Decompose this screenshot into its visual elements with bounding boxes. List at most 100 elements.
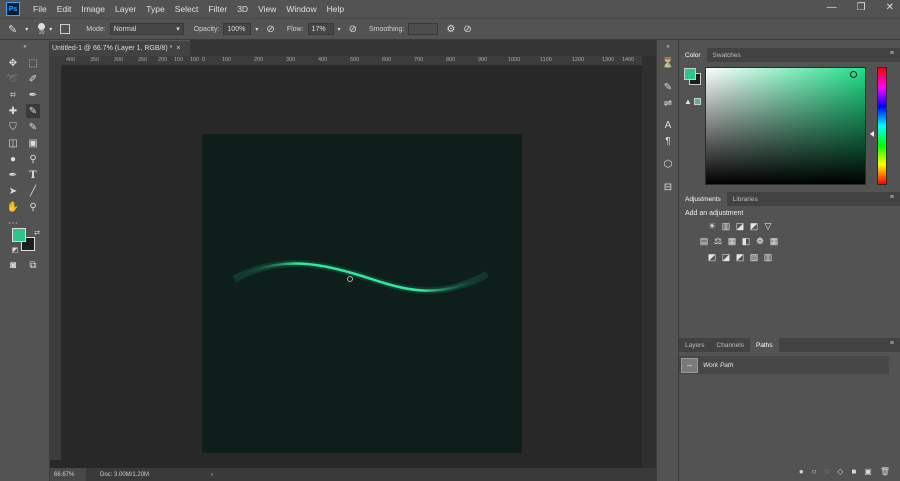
exposure-icon[interactable]: ◩	[749, 221, 759, 231]
pen-tool-icon[interactable]: ✒	[6, 168, 20, 182]
gamut-swatch[interactable]	[694, 98, 701, 105]
minimize-button[interactable]: —	[827, 2, 837, 13]
brightness-contrast-icon[interactable]: ☀	[707, 221, 717, 231]
color-lookup-icon[interactable]: ▦	[769, 236, 779, 246]
chevron-down-icon[interactable]: ▾	[25, 26, 28, 33]
black-white-icon[interactable]: ▦	[727, 236, 737, 246]
brush-settings-icon[interactable]: ✎	[661, 80, 675, 94]
panel-menu-icon[interactable]: ≡	[890, 50, 894, 57]
foreground-color-swatch[interactable]	[12, 228, 26, 242]
default-colors-icon[interactable]: ◩	[8, 243, 22, 257]
brush-settings-icon[interactable]	[60, 24, 71, 34]
color-picker-marker[interactable]	[850, 71, 857, 78]
pressure-size-icon[interactable]: ⊘	[463, 24, 471, 35]
airbrush-icon[interactable]: ⊘	[349, 24, 357, 35]
history-icon[interactable]: ⏳	[661, 56, 675, 70]
document-canvas[interactable]	[202, 134, 522, 453]
close-icon[interactable]: ×	[176, 45, 180, 52]
crop-tool-icon[interactable]: ⌗	[6, 88, 20, 102]
status-menu-arrow[interactable]: ›	[211, 472, 213, 478]
panel-menu-icon[interactable]: ≡	[890, 340, 894, 347]
vertical-scrollbar[interactable]	[642, 56, 656, 468]
menu-3d[interactable]: 3D	[232, 4, 253, 14]
photo-filter-icon[interactable]: ◧	[741, 236, 751, 246]
stamp-tool-icon[interactable]: ⛉	[6, 120, 20, 134]
new-path-icon[interactable]: ▣	[864, 467, 872, 476]
chevron-down-icon[interactable]: ▾	[49, 26, 52, 33]
3d-icon[interactable]: ⬡	[661, 157, 675, 171]
type-tool-icon[interactable]: T	[26, 168, 40, 182]
brush-preset-picker[interactable]: 20	[38, 22, 46, 36]
color-balance-icon[interactable]: ⚖	[713, 236, 723, 246]
zoom-tool-icon[interactable]: ⚲	[26, 200, 40, 214]
paragraph-icon[interactable]: ¶	[661, 134, 675, 148]
line-tool-icon[interactable]: ╱	[26, 184, 40, 198]
smoothing-input[interactable]	[408, 23, 439, 35]
dodge-tool-icon[interactable]: ⚲	[26, 152, 40, 166]
eyedropper-tool-icon[interactable]: ✒	[26, 88, 40, 102]
mode-select[interactable]: Normal ▾	[109, 23, 184, 35]
tab-color[interactable]: Color	[679, 48, 707, 62]
menu-window[interactable]: Window	[281, 4, 321, 14]
path-item[interactable]: ∼ Work Path	[679, 356, 889, 374]
fill-path-icon[interactable]: ●	[799, 467, 804, 476]
brushes-panel-icon[interactable]: ⇌	[661, 96, 675, 110]
menu-help[interactable]: Help	[322, 4, 349, 14]
character-icon[interactable]: A	[661, 118, 675, 132]
brush-tool-icon[interactable]: ✎	[8, 23, 17, 36]
chevron-down-icon[interactable]: ▾	[255, 26, 258, 33]
tab-libraries[interactable]: Libraries	[727, 192, 764, 206]
properties-icon[interactable]: ⊟	[661, 180, 675, 194]
chevron-down-icon[interactable]: ▾	[338, 26, 341, 33]
foreground-color-swatch[interactable]	[684, 68, 696, 80]
threshold-icon[interactable]: ◩	[735, 252, 745, 262]
restore-button[interactable]: ❐	[857, 2, 866, 13]
pressure-opacity-icon[interactable]: ⊘	[266, 24, 274, 35]
history-brush-tool-icon[interactable]: ✎	[26, 120, 40, 134]
tab-channels[interactable]: Channels	[711, 338, 750, 352]
hue-saturation-icon[interactable]: ▤	[699, 236, 709, 246]
pasteboard[interactable]	[62, 66, 642, 468]
tab-paths[interactable]: Paths	[749, 338, 779, 352]
add-mask-icon[interactable]: ■	[851, 467, 856, 476]
vertical-ruler[interactable]	[50, 66, 62, 460]
horizontal-ruler[interactable]: 400 350 300 250 200 150 100 50 0 100 200…	[62, 56, 642, 66]
healing-brush-tool-icon[interactable]: ✚	[6, 104, 20, 118]
collapse-icon[interactable]: »	[18, 40, 32, 54]
gradient-map-icon[interactable]: ▥	[763, 252, 773, 262]
curves-icon[interactable]: ◪	[735, 221, 745, 231]
swap-colors-icon[interactable]: ⇄	[30, 226, 44, 240]
flow-input[interactable]: 17%	[307, 23, 334, 35]
selective-color-icon[interactable]: ▨	[749, 252, 759, 262]
screen-mode-icon[interactable]: ⧉	[26, 258, 40, 272]
hue-slider[interactable]	[877, 67, 887, 185]
hue-slider-handle[interactable]	[870, 131, 874, 137]
marquee-tool-icon[interactable]: ⬚	[26, 56, 40, 70]
brush-tool-icon[interactable]: ✎	[26, 104, 40, 118]
channel-mixer-icon[interactable]: ❁	[755, 236, 765, 246]
panel-menu-icon[interactable]: ≡	[890, 194, 894, 201]
menu-type[interactable]: Type	[141, 4, 169, 14]
document-tab[interactable]: Untitled-1 @ 66.7% (Layer 1, RGB/8) * ×	[50, 40, 191, 56]
close-button[interactable]: ✕	[886, 2, 894, 13]
menu-file[interactable]: File	[28, 4, 52, 14]
zoom-level[interactable]: 66.67%	[50, 468, 86, 481]
collapse-icon[interactable]: «	[661, 40, 675, 54]
quick-mask-icon[interactable]: ◙	[6, 258, 20, 272]
quick-select-tool-icon[interactable]: ✐	[26, 72, 40, 86]
make-work-path-icon[interactable]: ◇	[837, 467, 843, 476]
ruler-origin[interactable]	[50, 56, 62, 66]
load-selection-icon[interactable]: ◌	[825, 467, 830, 476]
path-selection-tool-icon[interactable]: ➤	[6, 184, 20, 198]
vibrance-icon[interactable]: ▽	[763, 221, 773, 231]
levels-icon[interactable]: ▥	[721, 221, 731, 231]
hand-tool-icon[interactable]: ✋	[6, 200, 20, 214]
menu-edit[interactable]: Edit	[52, 4, 77, 14]
menu-image[interactable]: Image	[76, 4, 110, 14]
gamut-warning-icon[interactable]: ▲	[684, 97, 692, 106]
invert-icon[interactable]: ◩	[707, 252, 717, 262]
move-tool-icon[interactable]: ✥	[6, 56, 20, 70]
blur-tool-icon[interactable]: ●	[6, 152, 20, 166]
gradient-tool-icon[interactable]: ▣	[26, 136, 40, 150]
menu-layer[interactable]: Layer	[110, 4, 141, 14]
